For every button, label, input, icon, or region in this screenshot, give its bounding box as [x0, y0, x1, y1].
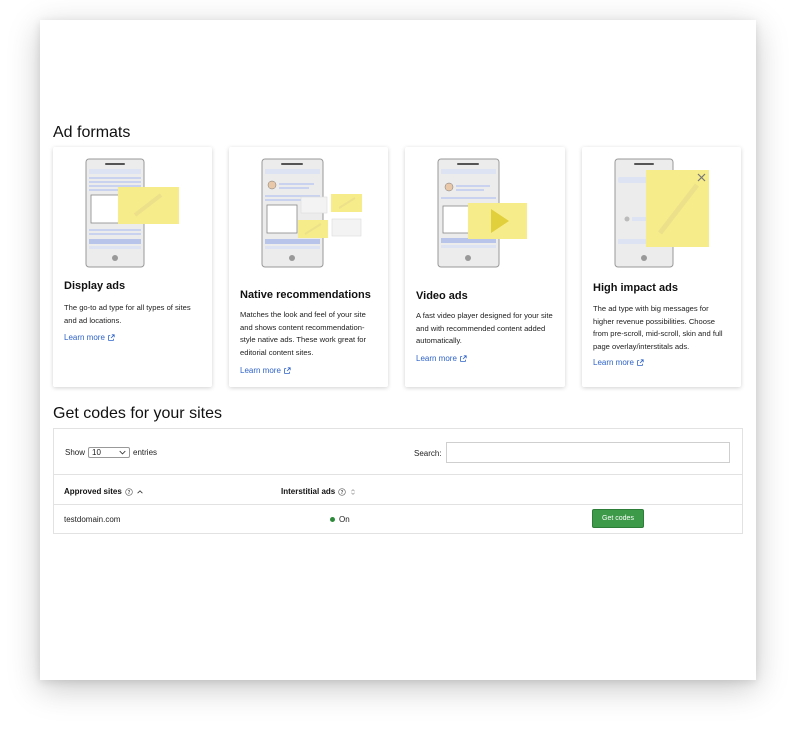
card-description: Matches the look and feel of your site a… — [240, 310, 367, 357]
native-recommendations-illustration — [261, 158, 362, 268]
display-ads-illustration — [85, 158, 179, 268]
video-ads-card: Video ads A fast video player designed f… — [405, 147, 565, 387]
column-label: Interstitial ads — [281, 487, 336, 496]
svg-text:?: ? — [127, 489, 130, 495]
learn-more-link[interactable]: Learn more — [240, 366, 291, 375]
show-label: Show — [65, 448, 86, 457]
external-link-icon — [460, 354, 467, 362]
divider — [54, 504, 742, 505]
display-ads-card: Display ads The go-to ad type for all ty… — [53, 147, 212, 387]
external-link-icon — [108, 333, 115, 341]
page-frame: Ad formats Display ads The go-to ad type… — [40, 20, 756, 680]
high-impact-ads-illustration — [614, 158, 709, 268]
high-impact-ads-card: High impact ads The ad type with big mes… — [582, 147, 741, 387]
sort-both-icon — [351, 488, 356, 495]
status-label: On — [339, 515, 350, 524]
divider — [54, 474, 742, 475]
external-link-icon — [284, 366, 291, 374]
card-title: High impact ads — [593, 282, 678, 294]
ad-formats-heading: Ad formats — [53, 124, 131, 141]
learn-more-link[interactable]: Learn more — [64, 333, 115, 342]
search-input[interactable] — [446, 442, 730, 463]
learn-more-label: Learn more — [64, 333, 105, 342]
search-label: Search: — [414, 449, 442, 458]
native-recommendations-card: Native recommendations Matches the look … — [229, 147, 388, 387]
learn-more-label: Learn more — [240, 366, 281, 375]
learn-more-label: Learn more — [416, 354, 457, 363]
get-codes-button[interactable]: Get codes — [592, 509, 644, 528]
entries-select[interactable]: 10 — [88, 447, 131, 458]
help-circle-icon: ? — [125, 487, 133, 495]
card-title: Video ads — [416, 290, 468, 302]
svg-text:?: ? — [341, 489, 344, 495]
card-title: Native recommendations — [240, 289, 371, 301]
video-ads-illustration — [437, 158, 527, 268]
sort-asc-icon — [137, 489, 143, 493]
external-link-icon — [637, 358, 644, 366]
learn-more-label: Learn more — [593, 358, 634, 367]
column-label: Approved sites — [64, 487, 122, 496]
entries-control: Show 10 entries — [65, 447, 157, 458]
get-codes-heading: Get codes for your sites — [53, 405, 222, 422]
chevron-down-icon — [119, 450, 126, 455]
learn-more-link[interactable]: Learn more — [593, 358, 644, 367]
sites-table: Show 10 entries Search: Approved sites ?… — [53, 428, 743, 534]
entries-label: entries — [133, 448, 158, 457]
status-dot — [330, 517, 335, 522]
card-description: The go-to ad type for all types of sites… — [64, 303, 191, 325]
site-name-cell: testdomain.com — [64, 515, 121, 524]
column-header-interstitial-ads[interactable]: Interstitial ads ? — [281, 487, 357, 496]
interstitial-status: On — [330, 515, 350, 524]
card-description: The ad type with big messages for higher… — [593, 304, 723, 351]
entries-value: 10 — [92, 448, 101, 457]
help-circle-icon: ? — [338, 487, 346, 495]
card-description: A fast video player designed for your si… — [416, 311, 553, 346]
learn-more-link[interactable]: Learn more — [416, 354, 467, 363]
column-header-approved-sites[interactable]: Approved sites ? — [64, 487, 144, 496]
card-title: Display ads — [64, 280, 126, 292]
